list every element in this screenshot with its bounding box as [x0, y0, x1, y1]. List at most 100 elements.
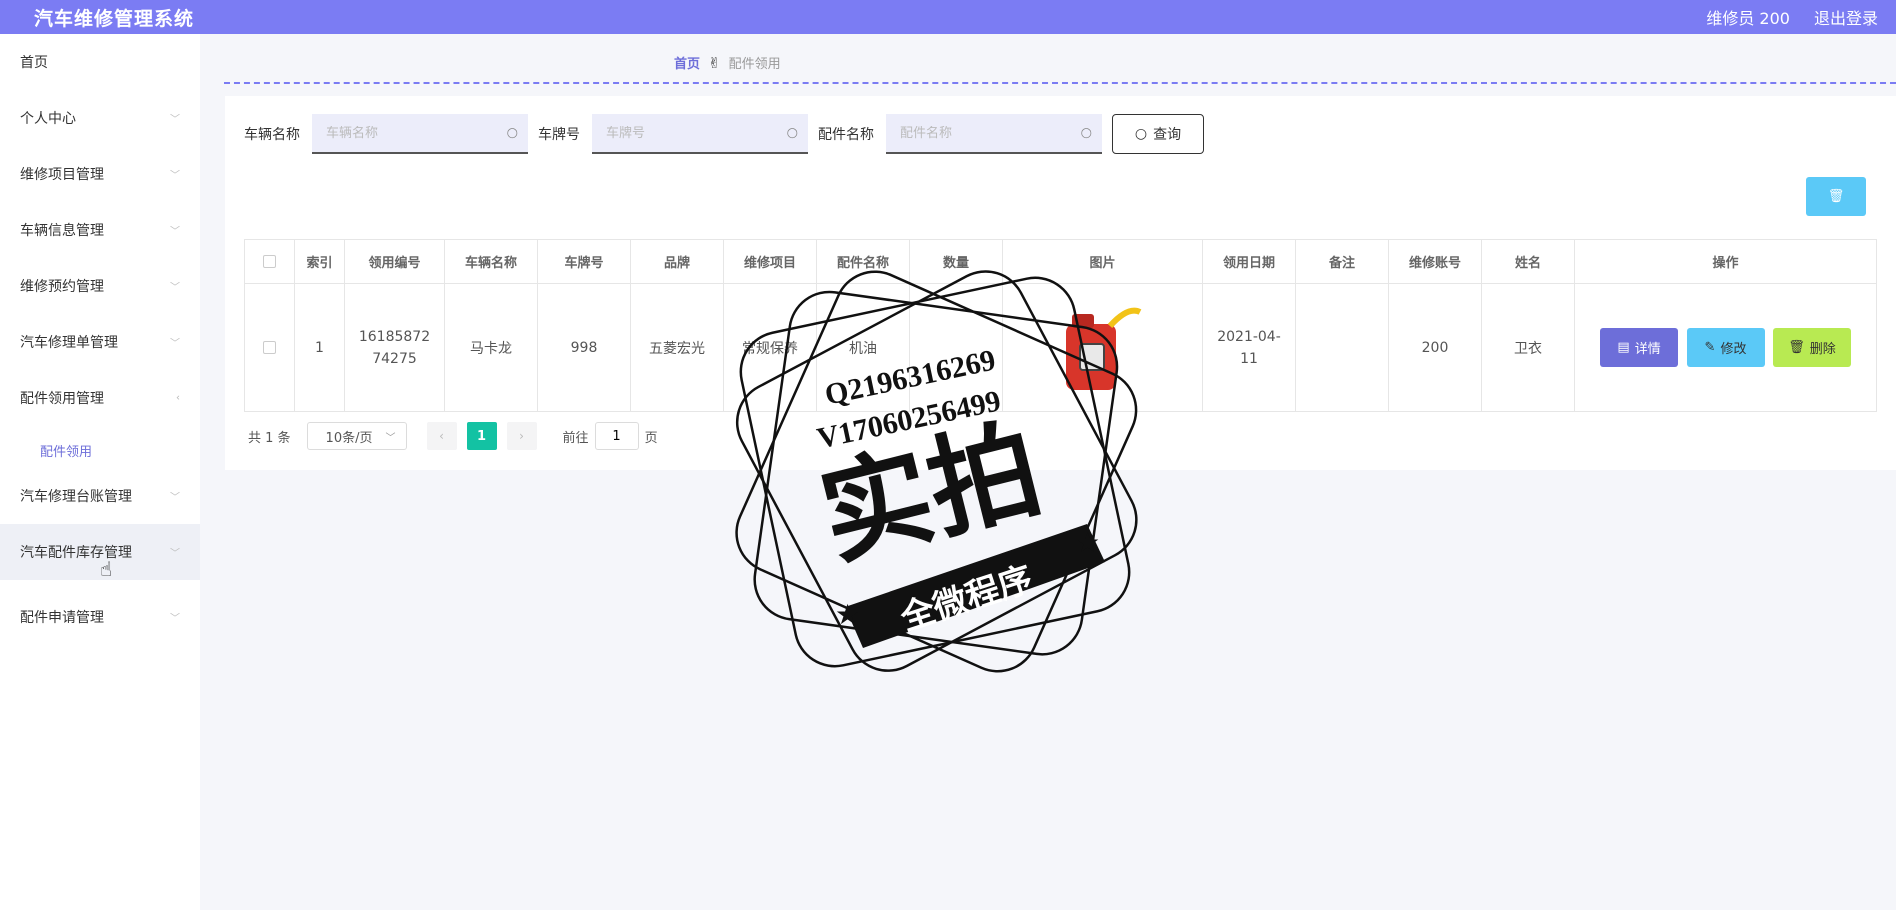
plate-input[interactable]	[606, 125, 766, 141]
edit-button[interactable]: ✎ 修改	[1686, 328, 1765, 367]
oil-can-image	[1065, 307, 1141, 390]
chevron-down-icon: ﹀	[170, 114, 180, 126]
breadcrumb-current: 配件领用	[728, 57, 781, 72]
watermark-banner: 全微程序	[895, 559, 1038, 639]
col-header: 操作	[1574, 239, 1877, 284]
cell-actions: ▤ 详情 ✎ 修改 🗑 删除	[1574, 283, 1877, 412]
search-icon: ○	[506, 125, 518, 141]
sidebar-item-profile[interactable]: 个人中心 ﹀	[0, 90, 200, 146]
trash-icon: 🗑	[1788, 340, 1805, 355]
car-name-input[interactable]	[326, 125, 486, 141]
sidebar-item-home[interactable]: 首页	[0, 34, 200, 90]
detail-button[interactable]: ▤ 详情	[1600, 328, 1679, 367]
col-header: 维修项目	[723, 239, 817, 284]
col-header: 领用编号	[344, 239, 445, 284]
goto-label: 前往	[562, 430, 589, 446]
pencil-icon: ✎	[1704, 340, 1716, 355]
cell-brand: 五菱宏光	[630, 283, 724, 412]
cell-note	[1295, 283, 1389, 412]
cell-date: 2021-04-11	[1202, 283, 1296, 412]
sidebar-item-vehicle-info[interactable]: 车辆信息管理 ﹀	[0, 202, 200, 258]
col-header: 配件名称	[816, 239, 910, 284]
page-size-select[interactable]: 10条/页 ﹀	[306, 422, 407, 450]
document-icon: ▤	[1617, 340, 1630, 355]
top-bar: 汽车维修管理系统 维修员 200 退出登录	[0, 0, 1896, 34]
plate-field: ○	[592, 114, 808, 154]
col-header: 维修账号	[1388, 239, 1482, 284]
sidebar-item-repair-ledger[interactable]: 汽车修理台账管理 ﹀	[0, 468, 200, 524]
col-header: 姓名	[1481, 239, 1575, 284]
sidebar-item-repair-order[interactable]: 汽车修理单管理 ﹀	[0, 314, 200, 370]
col-header: 数量	[909, 239, 1003, 284]
col-header: 备注	[1295, 239, 1389, 284]
sidebar: 首页 个人中心 ﹀ 维修项目管理 ﹀ 车辆信息管理 ﹀ 维修预约管理 ﹀ 汽车修理单管理…	[0, 34, 200, 910]
car-name-label: 车辆名称	[244, 127, 300, 143]
breadcrumb: 首页 ✌ 配件领用	[674, 53, 781, 73]
chevron-down-icon: ﹀	[170, 613, 180, 625]
logout-button[interactable]: 退出登录	[1814, 5, 1878, 29]
chevron-down-icon: ﹀	[170, 548, 180, 560]
pagination: 共 1 条 10条/页﹀ ‹ 1 › 前往 页	[248, 422, 658, 450]
cell-plate: 998	[537, 283, 631, 412]
sidebar-item-appointment[interactable]: 维修预约管理 ﹀	[0, 258, 200, 314]
part-name-label: 配件名称	[818, 127, 874, 143]
app-title: 汽车维修管理系统	[34, 7, 195, 30]
sidebar-item-repair-project[interactable]: 维修项目管理 ﹀	[0, 146, 200, 202]
divider	[224, 82, 1896, 84]
cell-car: 马卡龙	[444, 283, 538, 412]
chevron-down-icon: ﹀	[170, 170, 180, 182]
plate-label: 车牌号	[538, 127, 580, 143]
goto-page-input[interactable]	[594, 422, 639, 450]
search-icon: ○	[1134, 126, 1148, 142]
breadcrumb-home[interactable]: 首页	[674, 53, 700, 72]
trash-icon: 🗑	[1827, 189, 1845, 204]
next-page-button[interactable]: ›	[506, 422, 537, 450]
query-button[interactable]: ○ 查询	[1112, 114, 1204, 154]
col-header: 车辆名称	[444, 239, 538, 284]
total-count: 共 1 条	[248, 430, 291, 446]
row-checkbox[interactable]	[263, 341, 276, 354]
cell-part: 机油	[816, 283, 910, 412]
cell-image	[1002, 283, 1203, 412]
chevron-down-icon: ﹀	[170, 338, 180, 350]
chevron-down-icon: ﹀	[170, 492, 180, 504]
svg-text:★: ★	[835, 598, 860, 631]
sidebar-subitem-parts-usage[interactable]: 配件领用	[0, 432, 200, 468]
search-bar: 车辆名称 ○ 车牌号 ○ 配件名称 ○ ○ 查询	[244, 113, 1204, 155]
part-name-input[interactable]	[900, 125, 1060, 141]
col-header: 品牌	[630, 239, 724, 284]
cell-name: 卫衣	[1481, 283, 1575, 412]
hand-icon: ✌	[708, 53, 721, 72]
page-number[interactable]: 1	[466, 422, 497, 450]
data-table: 索引 领用编号 车辆名称 车牌号 品牌 维修项目 配件名称 数量 图片 领用日期…	[244, 239, 1877, 412]
col-header: 领用日期	[1202, 239, 1296, 284]
sidebar-item-parts-usage[interactable]: 配件领用管理 ‹	[0, 370, 200, 426]
hand-cursor-icon: ☝	[100, 557, 113, 581]
cell-code: 1618587274275	[344, 283, 445, 412]
cell-account: 200	[1388, 283, 1482, 412]
col-header: 车牌号	[537, 239, 631, 284]
delete-button[interactable]: 🗑 删除	[1772, 328, 1851, 367]
search-icon: ○	[1080, 125, 1092, 141]
chevron-down-icon: ﹀	[170, 226, 180, 238]
table-header-row: 索引 领用编号 车辆名称 车牌号 品牌 维修项目 配件名称 数量 图片 领用日期…	[244, 239, 1877, 284]
page-unit-label: 页	[644, 430, 658, 446]
col-header: 索引	[294, 239, 345, 284]
chevron-down-icon: ﹀	[170, 282, 180, 294]
cell-index: 1	[294, 283, 345, 412]
prev-page-button[interactable]: ‹	[426, 422, 457, 450]
sidebar-item-parts-request[interactable]: 配件申请管理 ﹀	[0, 589, 200, 645]
chevron-down-icon: ﹀	[385, 432, 396, 444]
part-name-field: ○	[886, 114, 1102, 154]
table-row: 1 1618587274275 马卡龙 998 五菱宏光 常规保养 机油 202…	[244, 283, 1877, 412]
cell-project: 常规保养	[723, 283, 817, 412]
select-all-checkbox[interactable]	[263, 255, 276, 268]
car-name-field: ○	[312, 114, 528, 154]
col-header: 图片	[1002, 239, 1203, 284]
user-label: 维修员 200	[1706, 9, 1790, 28]
cell-qty	[909, 283, 1003, 412]
chevron-left-icon: ‹	[176, 392, 180, 404]
svg-text:★: ★	[1075, 526, 1100, 559]
batch-delete-button[interactable]: 🗑	[1806, 177, 1866, 216]
search-icon: ○	[786, 125, 798, 141]
